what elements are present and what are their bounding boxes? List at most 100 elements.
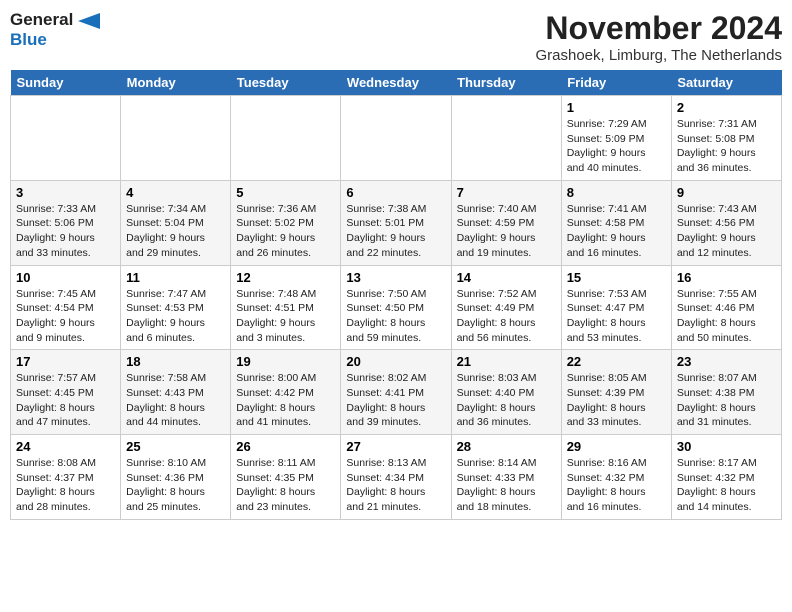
table-row: 9 Sunrise: 7:43 AMSunset: 4:56 PMDaylight… (671, 180, 781, 265)
day-info: Sunrise: 7:53 AMSunset: 4:47 PMDaylight:… (567, 287, 666, 346)
table-row: 20 Sunrise: 8:02 AMSunset: 4:41 PMDayligh… (341, 350, 451, 435)
table-row: 19Sunrise: 8:00 AMSunset: 4:42 PMDayligh… (231, 350, 341, 435)
day-number: 22 (567, 354, 666, 369)
table-row: 25Sunrise: 8:10 AMSunset: 4:36 PMDayligh… (121, 435, 231, 520)
table-row: 4Sunrise: 7:34 AMSunset: 5:04 PMDaylight… (121, 180, 231, 265)
day-info: Sunrise: 7:45 AMSunset: 4:54 PMDaylight:… (16, 287, 115, 346)
day-info: Sunrise: 7:47 AMSunset: 4:53 PMDaylight:… (126, 287, 225, 346)
day-info: Sunrise: 8:13 AMSunset: 4:34 PMDaylight:… (346, 456, 445, 515)
table-row: 13 Sunrise: 7:50 AMSunset: 4:50 PMDayligh… (341, 265, 451, 350)
table-row: 29Sunrise: 8:16 AMSunset: 4:32 PMDayligh… (561, 435, 671, 520)
day-info: Sunrise: 8:05 AMSunset: 4:39 PMDaylight:… (567, 371, 666, 430)
table-row: 23 Sunrise: 8:07 AMSunset: 4:38 PMDayligh… (671, 350, 781, 435)
table-row: 2Sunrise: 7:31 AMSunset: 5:08 PMDaylight… (671, 96, 781, 181)
table-row: 14 Sunrise: 7:52 AMSunset: 4:49 PMDayligh… (451, 265, 561, 350)
day-number: 4 (126, 185, 225, 200)
page-header: General Blue November 2024 Grashoek, Lim… (10, 10, 782, 64)
day-number: 11 (126, 270, 225, 285)
table-row (11, 96, 121, 181)
day-number: 9 (677, 185, 776, 200)
day-info: Sunrise: 7:58 AMSunset: 4:43 PMDaylight:… (126, 371, 225, 430)
table-row: 1Sunrise: 7:29 AMSunset: 5:09 PMDaylight… (561, 96, 671, 181)
calendar-table: Sunday Monday Tuesday Wednesday Thursday… (10, 70, 782, 520)
day-info: Sunrise: 8:11 AMSunset: 4:35 PMDaylight:… (236, 456, 335, 515)
col-saturday: Saturday (671, 70, 781, 96)
day-number: 28 (457, 439, 556, 454)
table-row (231, 96, 341, 181)
day-info: Sunrise: 7:41 AMSunset: 4:58 PMDaylight:… (567, 202, 666, 261)
day-info: Sunrise: 8:17 AMSunset: 4:32 PMDaylight:… (677, 456, 776, 515)
table-row: 30 Sunrise: 8:17 AMSunset: 4:32 PMDayligh… (671, 435, 781, 520)
table-row: 16 Sunrise: 7:55 AMSunset: 4:46 PMDayligh… (671, 265, 781, 350)
day-number: 5 (236, 185, 335, 200)
day-info: Sunrise: 8:02 AMSunset: 4:41 PMDaylight:… (346, 371, 445, 430)
day-number: 13 (346, 270, 445, 285)
logo: General Blue (10, 10, 100, 51)
day-info: Sunrise: 7:33 AMSunset: 5:06 PMDaylight:… (16, 202, 115, 261)
day-number: 14 (457, 270, 556, 285)
day-info: Sunrise: 7:43 AMSunset: 4:56 PMDaylight:… (677, 202, 776, 261)
day-number: 7 (457, 185, 556, 200)
day-info: Sunrise: 8:07 AMSunset: 4:38 PMDaylight:… (677, 371, 776, 430)
table-row: 8 Sunrise: 7:41 AMSunset: 4:58 PMDaylight… (561, 180, 671, 265)
calendar-week-row: 3Sunrise: 7:33 AMSunset: 5:06 PMDaylight… (11, 180, 782, 265)
location: Grashoek, Limburg, The Netherlands (535, 47, 782, 64)
day-number: 24 (16, 439, 115, 454)
day-info: Sunrise: 7:50 AMSunset: 4:50 PMDaylight:… (346, 287, 445, 346)
table-row: 5 Sunrise: 7:36 AMSunset: 5:02 PMDaylight… (231, 180, 341, 265)
table-row: 11 Sunrise: 7:47 AMSunset: 4:53 PMDayligh… (121, 265, 231, 350)
day-info: Sunrise: 8:03 AMSunset: 4:40 PMDaylight:… (457, 371, 556, 430)
calendar-header-row: Sunday Monday Tuesday Wednesday Thursday… (11, 70, 782, 96)
day-number: 23 (677, 354, 776, 369)
col-friday: Friday (561, 70, 671, 96)
day-info: Sunrise: 7:36 AMSunset: 5:02 PMDaylight:… (236, 202, 335, 261)
day-info: Sunrise: 8:00 AMSunset: 4:42 PMDaylight:… (236, 371, 335, 430)
day-info: Sunrise: 8:08 AMSunset: 4:37 PMDaylight:… (16, 456, 115, 515)
day-info: Sunrise: 7:40 AMSunset: 4:59 PMDaylight:… (457, 202, 556, 261)
calendar-week-row: 10 Sunrise: 7:45 AMSunset: 4:54 PMDayligh… (11, 265, 782, 350)
table-row (451, 96, 561, 181)
table-row (121, 96, 231, 181)
table-row: 3Sunrise: 7:33 AMSunset: 5:06 PMDaylight… (11, 180, 121, 265)
table-row: 18Sunrise: 7:58 AMSunset: 4:43 PMDayligh… (121, 350, 231, 435)
table-row: 28 Sunrise: 8:14 AMSunset: 4:33 PMDayligh… (451, 435, 561, 520)
table-row: 12 Sunrise: 7:48 AMSunset: 4:51 PMDayligh… (231, 265, 341, 350)
day-info: Sunrise: 7:29 AMSunset: 5:09 PMDaylight:… (567, 117, 666, 176)
day-number: 8 (567, 185, 666, 200)
day-info: Sunrise: 7:48 AMSunset: 4:51 PMDaylight:… (236, 287, 335, 346)
calendar-week-row: 1Sunrise: 7:29 AMSunset: 5:09 PMDaylight… (11, 96, 782, 181)
col-monday: Monday (121, 70, 231, 96)
day-number: 17 (16, 354, 115, 369)
day-number: 21 (457, 354, 556, 369)
day-info: Sunrise: 8:16 AMSunset: 4:32 PMDaylight:… (567, 456, 666, 515)
day-number: 16 (677, 270, 776, 285)
day-info: Sunrise: 7:31 AMSunset: 5:08 PMDaylight:… (677, 117, 776, 176)
day-number: 30 (677, 439, 776, 454)
day-number: 25 (126, 439, 225, 454)
day-info: Sunrise: 7:57 AMSunset: 4:45 PMDaylight:… (16, 371, 115, 430)
table-row: 26 Sunrise: 8:11 AMSunset: 4:35 PMDayligh… (231, 435, 341, 520)
day-info: Sunrise: 7:38 AMSunset: 5:01 PMDaylight:… (346, 202, 445, 261)
logo-text: General Blue (10, 10, 100, 51)
day-number: 12 (236, 270, 335, 285)
table-row: 21 Sunrise: 8:03 AMSunset: 4:40 PMDayligh… (451, 350, 561, 435)
col-wednesday: Wednesday (341, 70, 451, 96)
calendar-week-row: 24 Sunrise: 8:08 AMSunset: 4:37 PMDayligh… (11, 435, 782, 520)
col-sunday: Sunday (11, 70, 121, 96)
day-number: 10 (16, 270, 115, 285)
day-number: 15 (567, 270, 666, 285)
table-row: 7 Sunrise: 7:40 AMSunset: 4:59 PMDaylight… (451, 180, 561, 265)
table-row: 27Sunrise: 8:13 AMSunset: 4:34 PMDayligh… (341, 435, 451, 520)
day-info: Sunrise: 7:55 AMSunset: 4:46 PMDaylight:… (677, 287, 776, 346)
table-row (341, 96, 451, 181)
table-row: 24 Sunrise: 8:08 AMSunset: 4:37 PMDayligh… (11, 435, 121, 520)
calendar-week-row: 17 Sunrise: 7:57 AMSunset: 4:45 PMDayligh… (11, 350, 782, 435)
table-row: 10 Sunrise: 7:45 AMSunset: 4:54 PMDayligh… (11, 265, 121, 350)
day-number: 20 (346, 354, 445, 369)
day-info: Sunrise: 8:14 AMSunset: 4:33 PMDaylight:… (457, 456, 556, 515)
table-row: 15 Sunrise: 7:53 AMSunset: 4:47 PMDayligh… (561, 265, 671, 350)
day-number: 26 (236, 439, 335, 454)
day-info: Sunrise: 7:52 AMSunset: 4:49 PMDaylight:… (457, 287, 556, 346)
table-row: 17 Sunrise: 7:57 AMSunset: 4:45 PMDayligh… (11, 350, 121, 435)
col-thursday: Thursday (451, 70, 561, 96)
